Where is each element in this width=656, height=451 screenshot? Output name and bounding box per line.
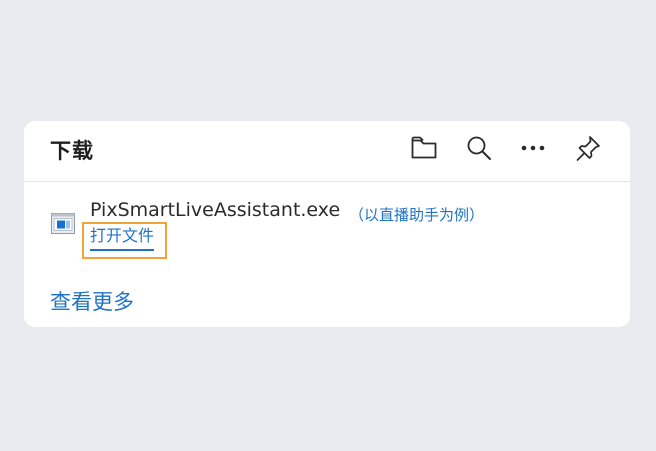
pin-icon bbox=[574, 134, 602, 162]
downloads-panel: 下载 PixSmartLiveAssistant.exe （以直播助手为例） 打… bbox=[24, 121, 630, 327]
more-icon bbox=[520, 144, 546, 152]
search-icon bbox=[466, 135, 492, 161]
downloads-header: 下载 bbox=[24, 121, 630, 182]
pin-panel-button[interactable] bbox=[572, 132, 604, 164]
download-file-name[interactable]: PixSmartLiveAssistant.exe bbox=[90, 199, 340, 221]
search-downloads-button[interactable] bbox=[463, 132, 495, 164]
panel-title: 下载 bbox=[50, 139, 94, 163]
download-file-note: （以直播助手为例） bbox=[349, 206, 485, 224]
more-options-button[interactable] bbox=[517, 132, 549, 164]
open-file-link[interactable]: 打开文件 bbox=[90, 226, 155, 251]
exe-file-icon bbox=[51, 213, 75, 234]
folder-icon bbox=[410, 135, 438, 161]
open-downloads-folder-button[interactable] bbox=[408, 132, 440, 164]
see-more-link[interactable]: 查看更多 bbox=[50, 286, 134, 316]
